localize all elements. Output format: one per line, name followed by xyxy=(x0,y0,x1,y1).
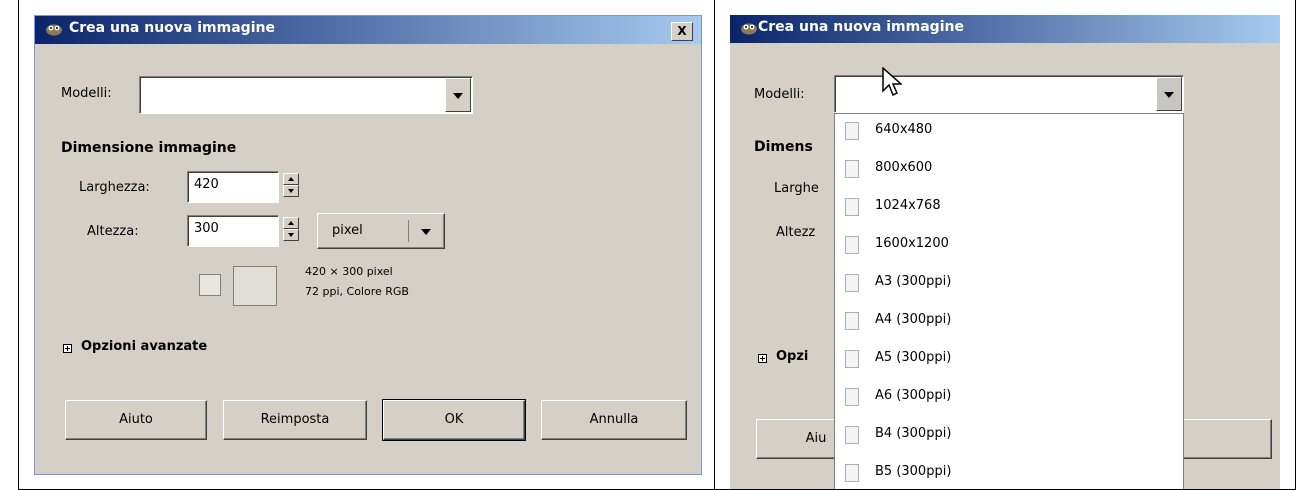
image-size-heading: Dimensione immagine xyxy=(61,140,237,156)
document-icon xyxy=(845,464,859,482)
landscape-icon[interactable] xyxy=(233,266,277,306)
help-button[interactable]: Aiuto xyxy=(65,400,207,440)
unit-divider xyxy=(408,220,409,242)
width-value: 420 xyxy=(194,177,219,192)
models-dropdown-button[interactable] xyxy=(445,78,471,112)
template-label: A5 (300ppi) xyxy=(875,350,952,365)
advanced-options-label[interactable]: Opzioni avanzate xyxy=(81,339,207,354)
template-item[interactable]: A3 (300ppi) xyxy=(835,266,1183,304)
help-label: Aiuto xyxy=(119,412,153,427)
reset-button[interactable]: Reimposta xyxy=(223,400,367,440)
spin-up-icon[interactable] xyxy=(283,173,299,185)
template-label: 1024x768 xyxy=(875,198,941,213)
template-item[interactable]: 800x600 xyxy=(835,152,1183,190)
mouse-pointer-icon xyxy=(882,67,902,97)
document-icon xyxy=(845,426,859,444)
height-input[interactable]: 300 xyxy=(187,215,279,247)
height-label-partial: Altezz xyxy=(776,225,816,240)
width-label-partial: Larghe xyxy=(774,181,819,196)
image-info: 420 × 300 pixel 72 ppi, Colore RGB xyxy=(305,262,409,302)
left-dialog: Crea una nuova immagine X Modelli: Dimen… xyxy=(34,15,702,475)
template-label: A4 (300ppi) xyxy=(875,312,952,327)
document-icon xyxy=(845,198,859,216)
expand-icon[interactable] xyxy=(758,354,767,363)
cancel-label: Annulla xyxy=(589,412,639,427)
spin-down-icon[interactable] xyxy=(283,185,299,197)
template-item[interactable]: B5 (300ppi) xyxy=(835,456,1183,489)
template-label: B4 (300ppi) xyxy=(875,426,952,441)
width-stepper[interactable] xyxy=(283,173,299,197)
width-label: Larghezza: xyxy=(79,180,150,195)
cancel-button[interactable]: Annulla xyxy=(541,400,687,440)
advanced-options-partial: Opzi xyxy=(776,349,809,364)
height-label: Altezza: xyxy=(87,224,139,239)
close-button[interactable]: X xyxy=(671,22,693,41)
chevron-down-icon xyxy=(1164,92,1174,98)
help-label: Aiu xyxy=(805,431,827,446)
document-icon xyxy=(845,350,859,368)
template-item[interactable]: A4 (300ppi) xyxy=(835,304,1183,342)
template-label: A6 (300ppi) xyxy=(875,388,952,403)
chevron-down-icon xyxy=(453,93,463,99)
height-stepper[interactable] xyxy=(283,217,299,241)
template-item[interactable]: A5 (300ppi) xyxy=(835,342,1183,380)
document-icon xyxy=(845,312,859,330)
document-icon xyxy=(845,388,859,406)
gimp-icon xyxy=(46,24,62,36)
info-resolution: 72 ppi, Colore RGB xyxy=(305,285,409,298)
template-item[interactable]: 1600x1200 xyxy=(835,228,1183,266)
templates-dropdown[interactable]: 640x480 800x600 1024x768 1600x1200 A3 (3… xyxy=(834,113,1184,489)
models-label: Modelli: xyxy=(61,86,112,101)
help-button-partial[interactable]: Aiu xyxy=(756,419,846,459)
models-label: Modelli: xyxy=(754,87,805,102)
cancel-button-partial[interactable] xyxy=(1182,419,1272,459)
right-dialog-title: Crea una nuova immagine xyxy=(758,19,964,35)
document-icon xyxy=(845,274,859,292)
spin-up-icon[interactable] xyxy=(283,217,299,229)
template-label: B5 (300ppi) xyxy=(875,464,952,479)
width-input[interactable]: 420 xyxy=(187,171,279,203)
template-item[interactable]: A6 (300ppi) xyxy=(835,380,1183,418)
left-title-bar[interactable]: Crea una nuova immagine X xyxy=(35,16,701,44)
portrait-icon[interactable] xyxy=(199,274,221,296)
template-item[interactable]: B4 (300ppi) xyxy=(835,418,1183,456)
reset-label: Reimposta xyxy=(260,412,330,427)
right-cell: Crea una nuova immagine Modelli: Dimens … xyxy=(714,0,1296,490)
template-item[interactable]: 1024x768 xyxy=(835,190,1183,228)
unit-value: pixel xyxy=(332,223,363,238)
template-label: A3 (300ppi) xyxy=(875,274,952,289)
info-size: 420 × 300 pixel xyxy=(305,265,393,278)
expand-icon[interactable] xyxy=(63,344,72,353)
gimp-icon xyxy=(741,23,757,35)
ok-label: OK xyxy=(444,412,464,427)
template-label: 800x600 xyxy=(875,160,933,175)
left-cell: Crea una nuova immagine X Modelli: Dimen… xyxy=(18,0,716,490)
template-label: 640x480 xyxy=(875,122,933,137)
chevron-down-icon xyxy=(421,229,431,235)
unit-select[interactable]: pixel xyxy=(317,213,445,249)
ok-button[interactable]: OK xyxy=(382,399,526,441)
height-value: 300 xyxy=(194,221,219,236)
models-dropdown-button[interactable] xyxy=(1156,77,1182,111)
close-icon: X xyxy=(677,24,687,38)
document-icon xyxy=(845,160,859,178)
image-size-heading-partial: Dimens xyxy=(754,139,813,155)
document-icon xyxy=(845,122,859,140)
template-label: 1600x1200 xyxy=(875,236,949,251)
right-dialog: Crea una nuova immagine Modelli: Dimens … xyxy=(730,15,1280,489)
left-dialog-title: Crea una nuova immagine xyxy=(69,20,275,36)
spin-down-icon[interactable] xyxy=(283,229,299,241)
template-item[interactable]: 640x480 xyxy=(835,114,1183,152)
document-icon xyxy=(845,236,859,254)
models-combo[interactable] xyxy=(139,76,473,114)
right-title-bar[interactable]: Crea una nuova immagine xyxy=(730,15,1280,43)
